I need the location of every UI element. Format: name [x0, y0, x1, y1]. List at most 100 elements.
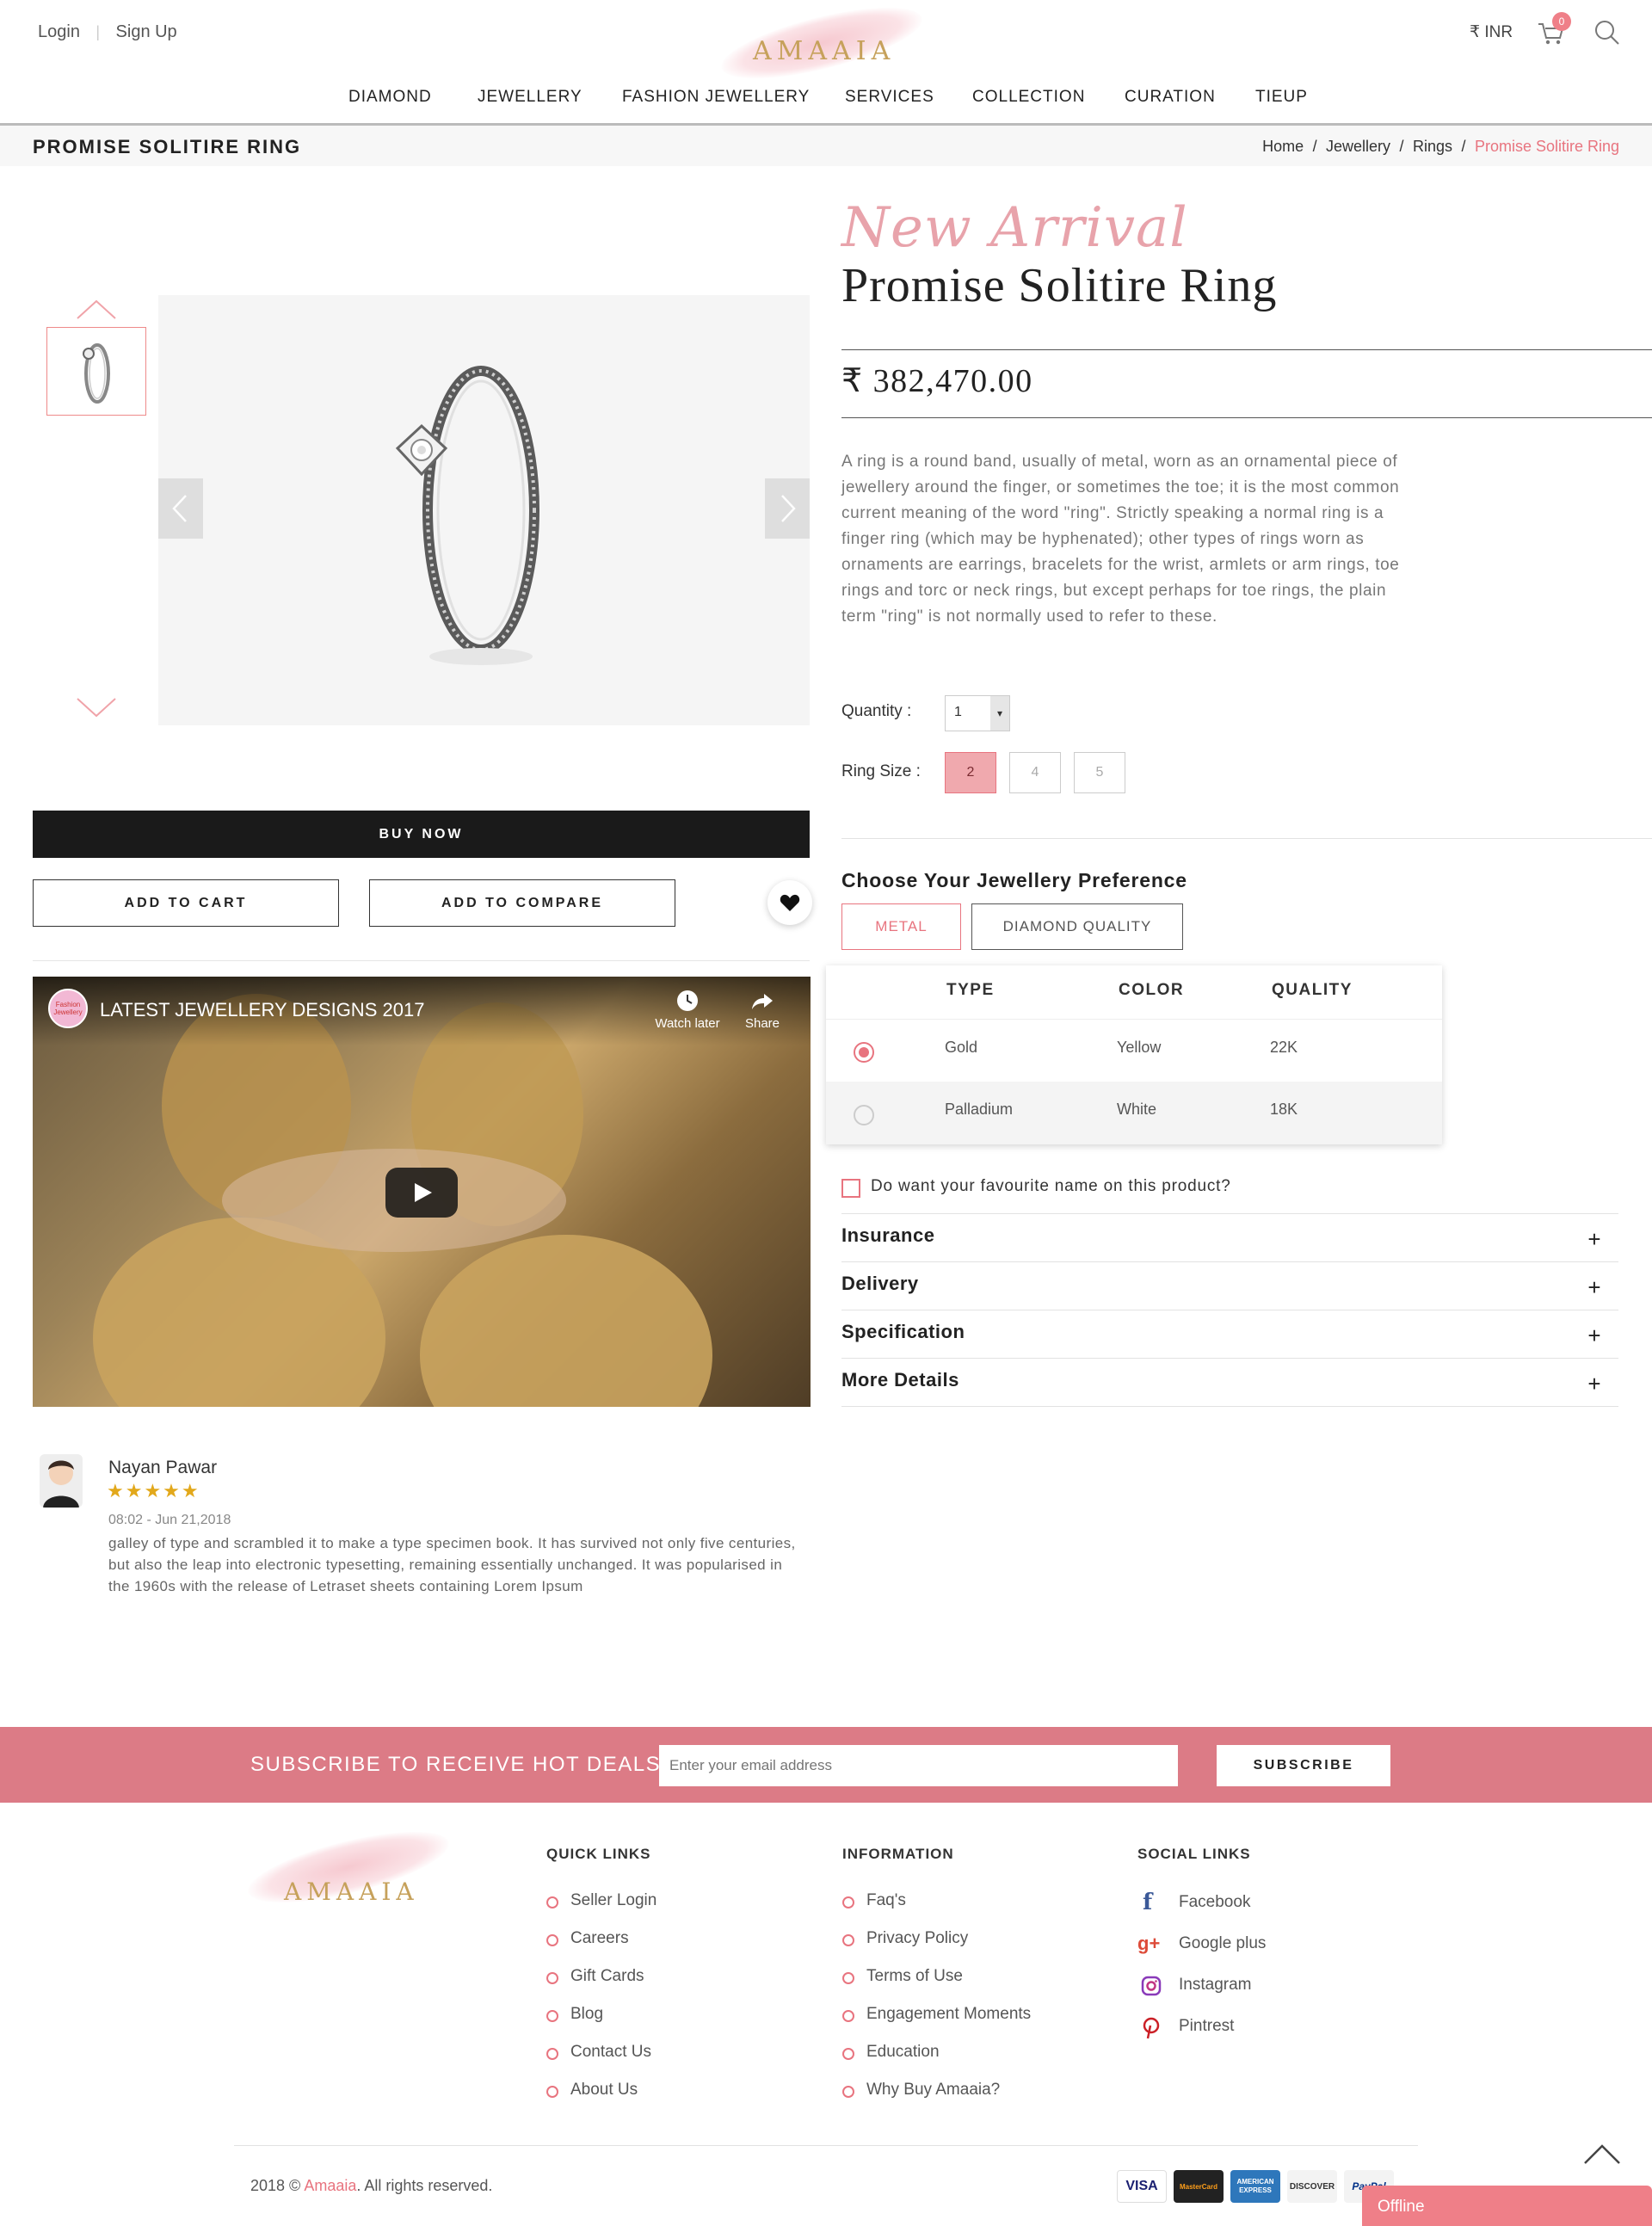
name-option-checkbox[interactable] [841, 1179, 860, 1198]
login-link[interactable]: Login [38, 22, 80, 41]
image-prev-button[interactable] [158, 478, 203, 539]
accordion-delivery[interactable]: Delivery + [841, 1262, 1618, 1310]
social-label: Facebook [1179, 1893, 1251, 1911]
social-label: Instagram [1179, 1976, 1252, 1994]
footer-link-faqs[interactable]: Faq's [842, 1891, 1031, 1929]
reviewer-name: Nayan Pawar [108, 1458, 218, 1477]
footer-link-education[interactable]: Education [842, 2043, 1031, 2081]
breadcrumb-jewellery[interactable]: Jewellery [1326, 138, 1390, 155]
product-video[interactable]: Fashion Jewellery LATEST JEWELLERY DESIG… [33, 977, 811, 1407]
accordion-specification[interactable]: Specification + [841, 1310, 1618, 1359]
share-button[interactable]: Share [737, 989, 788, 1031]
quantity-value: 1 [954, 705, 962, 719]
social-links-title: SOCIAL LINKS [1137, 1846, 1251, 1862]
copyright-suffix: . All rights reserved. [356, 2177, 493, 2194]
review-stars: ★★★★★ [107, 1480, 200, 1501]
subscribe-title: SUBSCRIBE TO RECEIVE HOT DEALS [250, 1753, 662, 1776]
footer-link-seller-login[interactable]: Seller Login [546, 1891, 656, 1929]
subscribe-bar: SUBSCRIBE TO RECEIVE HOT DEALS SUBSCRIBE [0, 1727, 1652, 1803]
site-logo[interactable]: AMAAIA [715, 0, 942, 94]
add-to-compare-button[interactable]: ADD TO COMPARE [369, 879, 675, 927]
signup-link[interactable]: Sign Up [116, 22, 177, 41]
share-label: Share [744, 1016, 780, 1031]
quick-links-list: Seller Login Careers Gift Cards Blog Con… [546, 1891, 656, 2118]
radio-selected[interactable] [854, 1042, 874, 1063]
nav-jewellery[interactable]: JEWELLERY [478, 88, 583, 107]
chevron-left-icon [172, 495, 187, 522]
product-name: Promise Solitire Ring [841, 259, 1278, 312]
quantity-select[interactable]: 1 ▾ [945, 695, 1010, 731]
footer-link-contact-us[interactable]: Contact Us [546, 2043, 656, 2081]
breadcrumb-home[interactable]: Home [1262, 138, 1304, 155]
footer-link-engagement-moments[interactable]: Engagement Moments [842, 2005, 1031, 2043]
cart-count-badge: 0 [1552, 12, 1571, 31]
row-type: Palladium [945, 1101, 1014, 1118]
nav-tieup[interactable]: TIEUP [1255, 88, 1308, 107]
footer-link-careers[interactable]: Careers [546, 1929, 656, 1967]
heart-icon [780, 894, 800, 911]
chevron-down-icon: ▾ [990, 696, 1009, 731]
nav-fashion-jewellery[interactable]: FASHION JEWELLERY [622, 88, 810, 107]
ring-image [395, 366, 539, 665]
footer-link-blog[interactable]: Blog [546, 2005, 656, 2043]
clock-icon [677, 990, 698, 1011]
footer-logo[interactable]: AMAAIA [242, 1816, 469, 1919]
add-to-cart-button[interactable]: ADD TO CART [33, 879, 339, 927]
divider: | [96, 23, 101, 40]
copyright: 2018 © Amaaia. All rights reserved. [250, 2177, 492, 2195]
ring-size-4[interactable]: 4 [1009, 752, 1061, 793]
accordion-more-details[interactable]: More Details + [841, 1359, 1618, 1407]
table-row[interactable]: Palladium White 18K [826, 1082, 1442, 1144]
breadcrumb-sep: / [1399, 138, 1404, 155]
breadcrumb-rings[interactable]: Rings [1413, 138, 1452, 155]
subscribe-email-input[interactable] [659, 1745, 1178, 1786]
thumb-up-arrow-icon[interactable] [76, 299, 117, 320]
plus-icon: + [1587, 1274, 1601, 1300]
col-type: TYPE [946, 981, 995, 999]
amex-icon: AMERICAN EXPRESS [1230, 2170, 1280, 2203]
watch-later-button[interactable]: Watch later [649, 989, 726, 1031]
main-nav: DIAMOND JEWELLERY FASHION JEWELLERY SERV… [0, 88, 1652, 114]
buy-now-button[interactable]: BUY NOW [33, 811, 810, 858]
accordion-insurance[interactable]: Insurance + [841, 1214, 1618, 1262]
nav-services[interactable]: SERVICES [845, 88, 934, 107]
social-label: Google plus [1179, 1934, 1267, 1952]
ring-size-5[interactable]: 5 [1074, 752, 1125, 793]
footer-link-gift-cards[interactable]: Gift Cards [546, 1967, 656, 2005]
cart-button[interactable]: 0 [1537, 12, 1571, 48]
information-title: INFORMATION [842, 1846, 954, 1862]
divider [841, 349, 1652, 350]
table-row[interactable]: Gold Yellow 22K [826, 1020, 1442, 1082]
video-title[interactable]: LATEST JEWELLERY DESIGNS 2017 [100, 999, 424, 1021]
nav-collection[interactable]: COLLECTION [972, 88, 1085, 107]
ring-size-2[interactable]: 2 [945, 752, 996, 793]
search-button[interactable] [1593, 19, 1621, 48]
footer-link-terms[interactable]: Terms of Use [842, 1967, 1031, 2005]
watch-later-label: Watch later [655, 1016, 720, 1031]
nav-curation[interactable]: CURATION [1125, 88, 1216, 107]
radio-unselected[interactable] [854, 1105, 874, 1125]
accordion-label: Specification [841, 1321, 965, 1342]
chevron-right-icon [781, 495, 796, 522]
accordion-label: More Details [841, 1369, 959, 1390]
scroll-to-top-icon[interactable] [1583, 2143, 1621, 2165]
plus-icon: + [1587, 1226, 1601, 1252]
tab-diamond-quality[interactable]: DIAMOND QUALITY [971, 903, 1183, 950]
footer-link-privacy-policy[interactable]: Privacy Policy [842, 1929, 1031, 1967]
live-chat-button[interactable]: Offline [1362, 2186, 1652, 2226]
breadcrumb-sep: / [1312, 138, 1317, 155]
channel-avatar[interactable]: Fashion Jewellery [48, 989, 88, 1028]
copyright-brand[interactable]: Amaaia [304, 2177, 356, 2194]
subscribe-button[interactable]: SUBSCRIBE [1217, 1745, 1390, 1786]
thumbnail-ring[interactable] [46, 327, 146, 416]
image-next-button[interactable] [765, 478, 810, 539]
thumb-down-arrow-icon[interactable] [76, 697, 117, 718]
tab-metal[interactable]: METAL [841, 903, 961, 950]
nav-diamond[interactable]: DIAMOND [348, 88, 432, 107]
wishlist-button[interactable] [767, 880, 812, 925]
footer-link-about-us[interactable]: About Us [546, 2081, 656, 2118]
metal-options-table: TYPE COLOR QUALITY Gold Yellow 22K Palla… [826, 965, 1442, 1144]
currency-selector[interactable]: ₹ INR [1470, 22, 1513, 42]
play-button[interactable] [385, 1168, 458, 1218]
footer-link-why-buy[interactable]: Why Buy Amaaia? [842, 2081, 1031, 2118]
